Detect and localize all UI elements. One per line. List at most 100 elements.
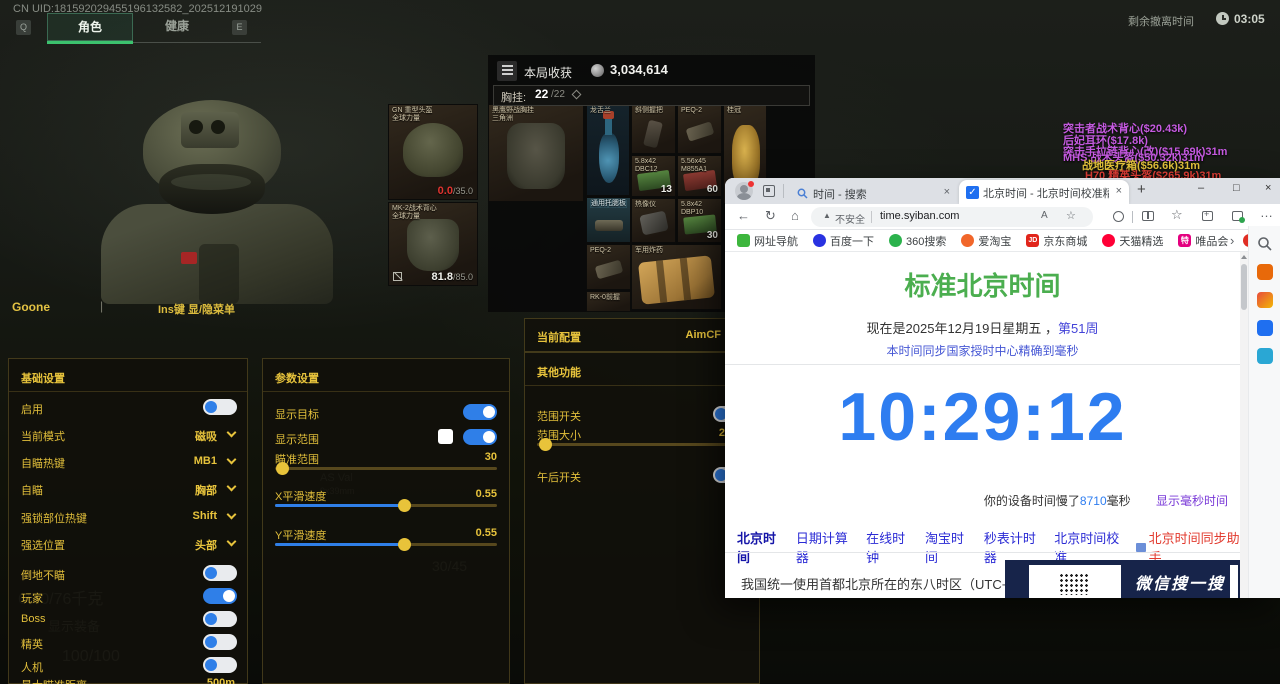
item-military-explosive[interactable]: 军用炸药 bbox=[631, 244, 722, 310]
bookmark-hao123[interactable]: 网址导航 bbox=[737, 233, 798, 249]
more-menu-icon[interactable]: … bbox=[1260, 205, 1273, 220]
tab-health[interactable]: 健康 bbox=[133, 13, 221, 41]
sidebar-shopping-icon[interactable] bbox=[1257, 264, 1273, 280]
address-bar[interactable]: ▲ 不安全 time.syiban.com A ☆ bbox=[811, 207, 1093, 227]
show-range-checkbox[interactable] bbox=[438, 429, 453, 444]
item-peq2[interactable]: PEQ-2 bbox=[677, 104, 722, 154]
scrollbar-thumb[interactable] bbox=[1241, 264, 1247, 310]
read-aloud-icon[interactable]: A bbox=[1041, 210, 1048, 221]
bookmark-360[interactable]: 360搜索 bbox=[889, 233, 946, 249]
bookmark-jd[interactable]: JD京东商城 bbox=[1026, 233, 1087, 249]
row-range-switch: 范围开关 bbox=[537, 408, 581, 424]
page-scrollbar[interactable] bbox=[1240, 252, 1248, 598]
lock-hotkey-value[interactable]: Shift bbox=[193, 510, 217, 522]
players-toggle[interactable] bbox=[203, 588, 237, 604]
copilot-icon[interactable] bbox=[1113, 211, 1124, 222]
chevron-down-icon[interactable] bbox=[227, 455, 237, 465]
aim-part-value[interactable]: 胸部 bbox=[195, 482, 217, 498]
link-taobao-time[interactable]: 淘宝时间 bbox=[925, 528, 971, 566]
url-text[interactable]: time.syiban.com bbox=[880, 210, 959, 222]
cheat-brand: Goone bbox=[12, 300, 50, 314]
x-smooth-slider[interactable] bbox=[275, 504, 497, 507]
item-thermal-imager[interactable]: 热像仪 bbox=[631, 198, 676, 243]
tab-close-icon[interactable]: × bbox=[944, 186, 950, 198]
bookmark-star-icon[interactable]: ☆ bbox=[1066, 209, 1076, 222]
home-button[interactable]: ⌂ bbox=[791, 208, 799, 223]
config-value[interactable]: AimCF bbox=[686, 329, 721, 341]
item-vest[interactable]: MK-2战术背心全球力量 81.8/85.0 bbox=[388, 202, 478, 286]
aim-hotkey-value[interactable]: MB1 bbox=[194, 455, 217, 467]
item-helmet[interactable]: GN 重型头盔全球力量 0.0/35.0 bbox=[388, 104, 478, 200]
item-chest-rig[interactable]: 黑鹰野战胸挂三角洲 bbox=[488, 104, 584, 202]
link-beijing-time[interactable]: 北京时间 bbox=[737, 528, 783, 566]
item-ammo-556x45-m855a1[interactable]: 5.56x45M855A1 60 bbox=[677, 155, 722, 197]
tab-beijing-time[interactable]: ✓ 北京时间 - 北京时间校准精确到 × bbox=[959, 180, 1129, 204]
link-date-calc[interactable]: 日期计算器 bbox=[796, 528, 853, 566]
item-ammo-58x42-dbc12[interactable]: 5.8x42DBC12 13 bbox=[631, 155, 676, 197]
close-button[interactable]: × bbox=[1265, 182, 1271, 194]
minimize-button[interactable]: – bbox=[1198, 182, 1204, 194]
chevron-down-icon[interactable] bbox=[227, 537, 237, 547]
ignore-downed-toggle[interactable] bbox=[203, 565, 237, 581]
week-link[interactable]: 第51周 bbox=[1058, 321, 1098, 336]
tab-search[interactable]: 时间 - 搜索 × bbox=[789, 181, 957, 204]
new-tab-button[interactable]: + bbox=[1137, 181, 1146, 198]
item-tequila[interactable]: 龙舌兰 bbox=[586, 104, 630, 196]
y-smooth-slider[interactable] bbox=[275, 543, 497, 546]
bookmark-vip[interactable]: 特唯品会 bbox=[1178, 233, 1228, 249]
slider-knob[interactable] bbox=[398, 499, 411, 512]
tab-close-icon[interactable]: × bbox=[1116, 185, 1122, 197]
show-ms-link[interactable]: 显示毫秒时间 bbox=[1156, 494, 1228, 508]
sidebar-image-icon[interactable] bbox=[1257, 292, 1273, 308]
chevron-down-icon[interactable] bbox=[227, 428, 237, 438]
bookmark-aitaobao[interactable]: 爱淘宝 bbox=[961, 233, 1011, 249]
force-part-value[interactable]: 头部 bbox=[195, 537, 217, 553]
list-icon[interactable] bbox=[497, 61, 517, 81]
sync-link[interactable]: 本时间同步国家授时中心精确到毫秒 bbox=[725, 342, 1240, 359]
mode-value[interactable]: 磁吸 bbox=[195, 428, 217, 444]
explosive-art bbox=[638, 255, 715, 304]
favorites-icon[interactable]: ☆ bbox=[1171, 207, 1183, 223]
chevron-down-icon[interactable] bbox=[227, 510, 237, 520]
slider-knob[interactable] bbox=[276, 462, 289, 475]
back-button[interactable]: ← bbox=[737, 208, 750, 223]
chevron-down-icon[interactable] bbox=[227, 482, 237, 492]
item-rk0-grip[interactable]: RK-0前握 bbox=[586, 291, 631, 312]
slider-knob[interactable] bbox=[398, 538, 411, 551]
browser-toolbar: ← ↻ ⌂ ▲ 不安全 time.syiban.com A ☆ ☆ … bbox=[725, 204, 1280, 230]
tab-character[interactable]: 角色 bbox=[47, 13, 133, 41]
evac-timer-value: 03:05 bbox=[1234, 12, 1265, 26]
link-online-clock[interactable]: 在线时钟 bbox=[866, 528, 912, 566]
split-screen-icon[interactable] bbox=[1142, 211, 1154, 221]
bots-toggle[interactable] bbox=[203, 657, 237, 673]
show-target-toggle[interactable] bbox=[463, 404, 497, 420]
notification-dot bbox=[748, 181, 754, 187]
slider-knob[interactable] bbox=[539, 438, 552, 451]
bookmark-baidu[interactable]: 百度一下 bbox=[813, 233, 874, 249]
bookmarks-overflow[interactable]: › bbox=[1230, 233, 1234, 248]
elite-toggle[interactable] bbox=[203, 634, 237, 650]
item-ammo-58x42-dbp10[interactable]: 5.8x42DBP10 30 bbox=[677, 198, 722, 243]
helmet-art bbox=[403, 123, 463, 177]
sidebar-search-icon[interactable] bbox=[1257, 236, 1273, 252]
taobao-favicon bbox=[961, 234, 974, 247]
sidebar-office-icon[interactable] bbox=[1257, 320, 1273, 336]
chest-rig-label: 胸挂: bbox=[501, 89, 526, 105]
refresh-button[interactable]: ↻ bbox=[765, 208, 776, 224]
workspaces-icon[interactable] bbox=[763, 185, 775, 197]
sidebar-mail-icon[interactable] bbox=[1257, 348, 1273, 364]
range-size-slider[interactable] bbox=[537, 443, 747, 446]
bookmark-tmall[interactable]: 天猫精选 bbox=[1102, 233, 1163, 249]
item-angled-grip[interactable]: 斜侧握把 bbox=[631, 104, 676, 154]
item-peq2-b[interactable]: PEQ-2 bbox=[586, 244, 631, 290]
show-range-toggle[interactable] bbox=[463, 429, 497, 445]
row-afternoon-switch: 午后开关 bbox=[537, 469, 581, 485]
device-time-line: 你的设备时间慢了8710毫秒 显示毫秒时间 bbox=[984, 492, 1228, 509]
aim-range-slider[interactable] bbox=[275, 467, 497, 470]
enable-toggle[interactable] bbox=[203, 399, 237, 415]
item-cheek-rest[interactable]: 通用托腮板 bbox=[586, 197, 631, 243]
boss-toggle[interactable] bbox=[203, 611, 237, 627]
row-ignore-downed: 倒地不瞄 bbox=[21, 567, 65, 583]
maximize-button[interactable]: □ bbox=[1233, 182, 1240, 194]
collections-icon[interactable] bbox=[1202, 211, 1213, 221]
